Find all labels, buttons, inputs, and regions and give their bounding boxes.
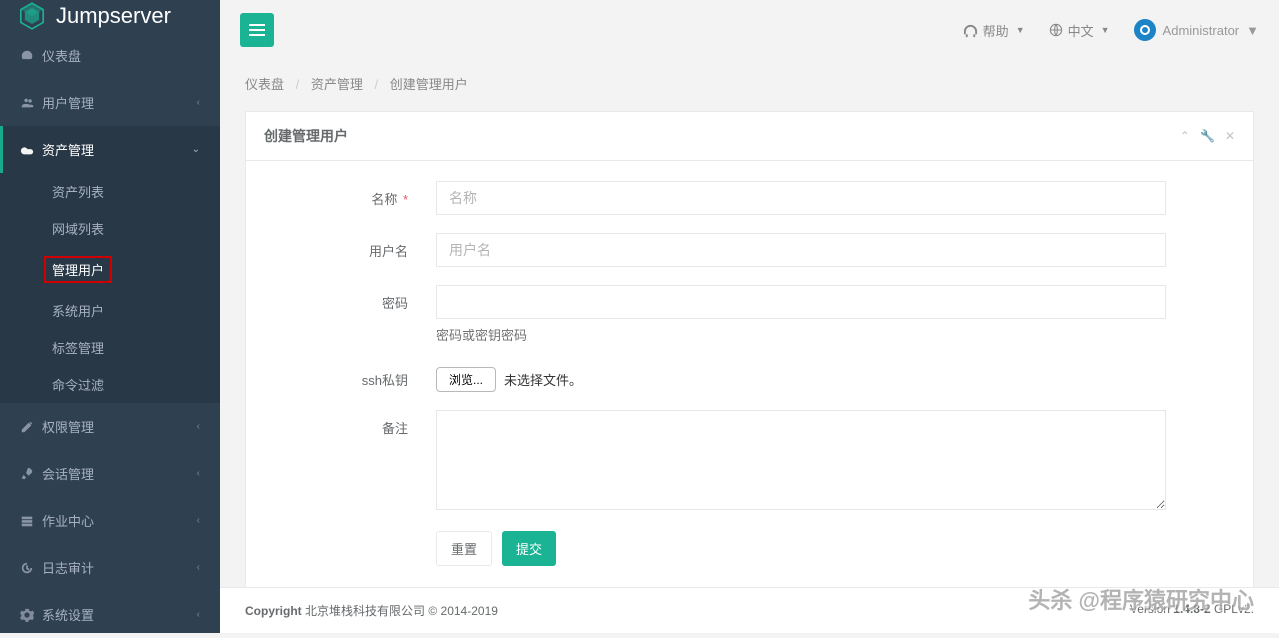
caret-down-icon: ▼ — [1246, 23, 1259, 38]
nav-sub-system-user[interactable]: 系统用户 — [0, 292, 220, 329]
nav-sub-label-mgmt[interactable]: 标签管理 — [0, 329, 220, 366]
caret-down-icon: ▼ — [1016, 25, 1025, 35]
nav-sessions[interactable]: 会话管理 ‹ — [0, 450, 220, 497]
nav-sub-admin-user[interactable]: 管理用户 — [0, 247, 220, 292]
main: 帮助 ▼ 中文 ▼ Administrator ▼ 仪表盘 / 资产管理 / — [220, 0, 1279, 633]
breadcrumb-item[interactable]: 仪表盘 — [245, 77, 284, 92]
nav-users[interactable]: 用户管理 ‹ — [0, 79, 220, 126]
nav-dashboard[interactable]: 仪表盘 — [0, 32, 220, 79]
chevron-left-icon: ‹ — [197, 609, 200, 620]
support-icon — [963, 23, 978, 38]
avatar-icon — [1134, 19, 1156, 41]
breadcrumb: 仪表盘 / 资产管理 / 创建管理用户 — [220, 60, 1279, 111]
chevron-left-icon: ‹ — [197, 97, 200, 108]
password-help: 密码或密钥密码 — [436, 325, 1166, 344]
nav-label: 日志审计 — [42, 558, 94, 577]
edit-icon — [20, 420, 34, 434]
comment-textarea[interactable] — [436, 410, 1166, 510]
globe-icon — [1049, 23, 1063, 37]
chevron-left-icon: ‹ — [197, 515, 200, 526]
nav-jobs[interactable]: 作业中心 ‹ — [0, 497, 220, 544]
username-input[interactable] — [436, 233, 1166, 267]
name-input[interactable] — [436, 181, 1166, 215]
nav-assets-sub: 资产列表 网域列表 管理用户 系统用户 标签管理 命令过滤 — [0, 173, 220, 403]
rocket-icon — [20, 467, 34, 481]
submit-button[interactable]: 提交 — [502, 531, 556, 566]
chevron-left-icon: ‹ — [197, 562, 200, 573]
nav: 仪表盘 用户管理 ‹ 资产管理 ⌄ 资产列表 网域列表 管理用户 系统用户 标签… — [0, 32, 220, 638]
footer: Copyright 北京堆栈科技有限公司 © 2014-2019 Version… — [220, 587, 1279, 633]
breadcrumb-item: 创建管理用户 — [390, 77, 468, 92]
browse-button[interactable]: 浏览... — [436, 367, 496, 392]
logo[interactable]: Jumpserver — [0, 0, 220, 32]
form-panel: 创建管理用户 ⌃ 🔧 ✕ 名称 * 用户名 — [245, 111, 1254, 587]
sshkey-label: ssh私钥 — [266, 362, 436, 389]
gear-icon — [20, 608, 34, 622]
nav-sub-cmd-filter[interactable]: 命令过滤 — [0, 366, 220, 403]
wrench-icon[interactable]: 🔧 — [1200, 129, 1215, 143]
nav-settings[interactable]: 系统设置 ‹ — [0, 591, 220, 638]
nav-label: 用户管理 — [42, 93, 94, 112]
topbar: 帮助 ▼ 中文 ▼ Administrator ▼ — [220, 0, 1279, 60]
comment-label: 备注 — [266, 410, 436, 437]
close-icon[interactable]: ✕ — [1225, 129, 1235, 143]
nav-label: 仪表盘 — [42, 46, 81, 65]
chevron-left-icon: ‹ — [197, 468, 200, 479]
sidebar: Jumpserver 仪表盘 用户管理 ‹ 资产管理 ⌄ 资产列表 网域列表 管… — [0, 0, 220, 633]
dashboard-icon — [20, 49, 34, 63]
nav-label: 作业中心 — [42, 511, 94, 530]
password-label: 密码 — [266, 285, 436, 312]
user-menu[interactable]: Administrator ▼ — [1134, 19, 1259, 41]
nav-assets[interactable]: 资产管理 ⌄ — [0, 126, 220, 173]
nav-audit[interactable]: 日志审计 ‹ — [0, 544, 220, 591]
logo-text: Jumpserver — [56, 3, 171, 29]
chevron-left-icon: ‹ — [197, 421, 200, 432]
history-icon — [20, 561, 34, 575]
collapse-icon[interactable]: ⌃ — [1180, 129, 1190, 143]
nav-perms[interactable]: 权限管理 ‹ — [0, 403, 220, 450]
username-label: 用户名 — [266, 233, 436, 260]
menu-toggle-button[interactable] — [240, 13, 274, 47]
nav-label: 会话管理 — [42, 464, 94, 483]
nav-sub-asset-list[interactable]: 资产列表 — [0, 173, 220, 210]
users-icon — [20, 96, 34, 110]
panel-title: 创建管理用户 — [264, 126, 348, 146]
reset-button[interactable]: 重置 — [436, 531, 492, 566]
file-status: 未选择文件。 — [504, 370, 582, 389]
chevron-down-icon: ⌄ — [192, 144, 200, 155]
nav-sub-domain-list[interactable]: 网域列表 — [0, 210, 220, 247]
breadcrumb-item[interactable]: 资产管理 — [311, 77, 363, 92]
logo-icon — [16, 0, 48, 32]
caret-down-icon: ▼ — [1101, 25, 1110, 35]
stack-icon — [20, 514, 34, 528]
nav-label: 权限管理 — [42, 417, 94, 436]
name-label: 名称 * — [266, 181, 436, 208]
nav-label: 资产管理 — [42, 140, 94, 159]
cloud-icon — [20, 143, 34, 157]
hamburger-icon — [249, 29, 265, 31]
nav-label: 系统设置 — [42, 605, 94, 624]
help-link[interactable]: 帮助 ▼ — [963, 21, 1025, 40]
language-link[interactable]: 中文 ▼ — [1049, 21, 1110, 40]
password-input[interactable] — [436, 285, 1166, 319]
